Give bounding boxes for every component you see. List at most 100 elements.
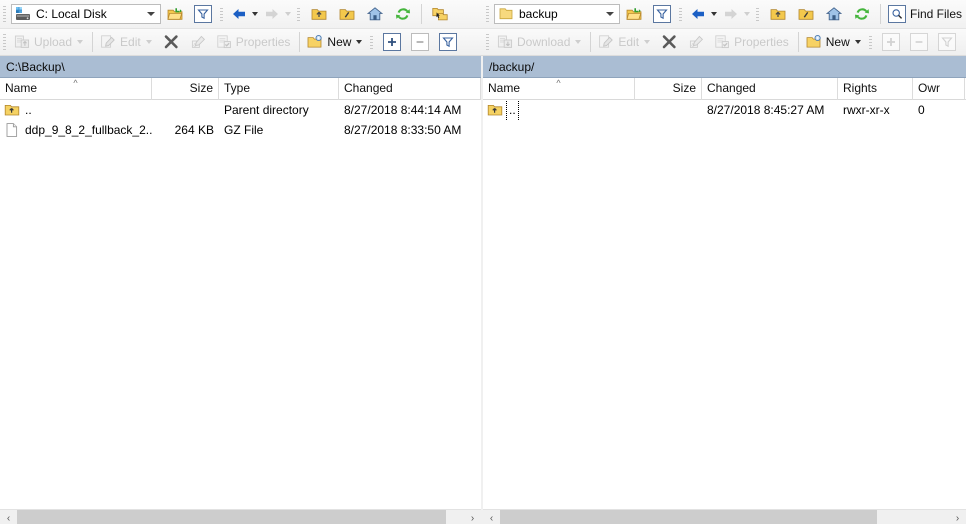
refresh-button[interactable] (389, 3, 417, 25)
scroll-left-button-remote[interactable]: ‹ (483, 510, 500, 524)
expand-button[interactable] (378, 31, 406, 53)
select-filter-button[interactable] (434, 31, 462, 53)
remote-back-caret[interactable] (711, 12, 717, 16)
upload-dropdown-caret[interactable] (77, 40, 84, 44)
scroll-track[interactable] (17, 510, 464, 524)
scroll-left-button[interactable]: ‹ (0, 510, 17, 524)
table-row[interactable]: .. 8/27/2018 8:45:27 AM rwxr-xr-x 0 (483, 100, 966, 120)
remote-edit-button[interactable]: Edit (595, 31, 655, 53)
remote-edit-dropdown-caret[interactable] (644, 40, 651, 44)
column-header-owner[interactable]: Owr (913, 78, 965, 100)
filter-button[interactable] (189, 3, 217, 25)
new-button[interactable]: New (304, 31, 367, 53)
scroll-thumb[interactable] (17, 510, 447, 524)
row-name-cell[interactable]: .. (0, 100, 152, 120)
toolbar-grip-zoom[interactable] (369, 34, 377, 50)
scroll-right-button-remote[interactable]: › (949, 510, 966, 524)
row-type-cell: Parent directory (224, 102, 309, 117)
toolbar-grip-nav[interactable] (219, 6, 226, 22)
collapse-button[interactable] (406, 31, 434, 53)
remote-collapse-button[interactable] (905, 31, 933, 53)
table-row[interactable]: ddp_9_8_2_fullback_2... 264 KB GZ File 8… (0, 120, 481, 140)
remote-home-directory-button[interactable] (820, 3, 848, 25)
drive-select[interactable]: C: Local Disk (11, 4, 161, 24)
open-directory-button[interactable] (161, 3, 189, 25)
back-dropdown-caret[interactable] (252, 12, 258, 16)
home-directory-button[interactable] (361, 3, 389, 25)
remote-root-directory-button[interactable] (792, 3, 820, 25)
toolbar-grip-remote-nav[interactable] (678, 6, 685, 22)
edit-dropdown-caret[interactable] (145, 40, 152, 44)
scroll-right-button[interactable]: › (464, 510, 481, 524)
remote-forward-caret[interactable] (744, 12, 750, 16)
properties-label: Properties (235, 35, 291, 49)
remote-forward-button[interactable] (720, 3, 753, 25)
sync-browsing-button[interactable] (426, 3, 454, 25)
toolbar-grip[interactable] (2, 4, 9, 24)
open-remote-directory-button[interactable] (620, 3, 648, 25)
column-header-size-remote[interactable]: Size (635, 78, 702, 100)
scroll-track-remote[interactable] (500, 510, 949, 524)
remote-file-list[interactable]: .. 8/27/2018 8:45:27 AM rwxr-xr-x 0 (483, 100, 966, 509)
toolbar-grip-remote-zoom[interactable] (867, 34, 875, 50)
column-header-name[interactable]: ^ Name (0, 78, 152, 100)
local-horizontal-scrollbar[interactable]: ‹ › (0, 509, 481, 524)
forward-button[interactable] (261, 3, 294, 25)
column-header-size[interactable]: Size (152, 78, 219, 100)
download-label: Download (517, 35, 571, 49)
column-header-changed[interactable]: Changed (339, 78, 481, 100)
remote-back-button[interactable] (687, 3, 720, 25)
remote-select-filter-button[interactable] (933, 31, 961, 53)
right-toolbar-top: backup Find Files (483, 0, 966, 28)
remote-parent-directory-button[interactable] (764, 3, 792, 25)
column-header-name-remote[interactable]: ^ Name (483, 78, 635, 100)
toolbar-grip-remote-actions[interactable] (485, 32, 492, 52)
remote-path-bar[interactable]: /backup/ (483, 56, 966, 78)
toolbar-grip-remote-dirs[interactable] (755, 6, 762, 22)
column-header-rights[interactable]: Rights (838, 78, 913, 100)
delete-button[interactable] (157, 31, 185, 53)
remote-filter-button[interactable] (648, 3, 676, 25)
toolbar-grip-dirs[interactable] (296, 6, 303, 22)
column-header-changed-remote[interactable]: Changed (702, 78, 838, 100)
download-button[interactable]: Download (494, 31, 586, 53)
toolbar-grip-actions[interactable] (2, 32, 9, 52)
download-dropdown-caret[interactable] (575, 40, 582, 44)
winscp-window: C: Local Disk backup Find Files Upload E… (0, 0, 966, 524)
toolbar-grip-remote[interactable] (485, 4, 492, 24)
remote-new-button[interactable]: New (803, 31, 866, 53)
remote-horizontal-scrollbar[interactable]: ‹ › (483, 509, 966, 524)
row-name-cell-remote[interactable]: .. (483, 100, 635, 120)
root-directory-button[interactable] (333, 3, 361, 25)
properties-button[interactable]: Properties (213, 31, 296, 53)
row-name-cell[interactable]: ddp_9_8_2_fullback_2... (0, 120, 152, 140)
remote-dir-select[interactable]: backup (494, 4, 620, 24)
local-path-bar[interactable]: C:\Backup\ (0, 56, 481, 78)
edit-button[interactable]: Edit (97, 31, 157, 53)
local-file-list[interactable]: .. Parent directory 8/27/2018 8:44:14 AM (0, 100, 481, 509)
new-dropdown-caret[interactable] (356, 40, 363, 44)
forward-dropdown-caret[interactable] (285, 12, 291, 16)
remote-properties-button[interactable]: Properties (711, 31, 794, 53)
rename-button[interactable]: a (185, 31, 213, 53)
find-files-button[interactable]: Find Files (885, 3, 966, 25)
left-toolbar-top: C: Local Disk (0, 0, 483, 28)
remote-rename-button[interactable]: a (683, 31, 711, 53)
table-row[interactable]: .. Parent directory 8/27/2018 8:44:14 AM (0, 100, 481, 120)
remote-new-dropdown-caret[interactable] (854, 40, 861, 44)
upload-button[interactable]: Upload (11, 31, 88, 53)
plus-icon (383, 33, 402, 51)
chevron-down-icon[interactable] (147, 12, 155, 16)
remote-expand-button[interactable] (877, 31, 905, 53)
back-button[interactable] (228, 3, 261, 25)
new-label: New (327, 35, 352, 49)
scroll-thumb-remote[interactable] (500, 510, 878, 524)
toolbar-separator-remote-edit (590, 32, 592, 52)
chevron-down-icon-remote[interactable] (606, 12, 614, 16)
column-header-type[interactable]: Type (219, 78, 339, 100)
remote-delete-button[interactable] (655, 31, 683, 53)
parent-directory-button[interactable] (305, 3, 333, 25)
local-pane: C:\Backup\ ^ Name Size Type Changed .. P… (0, 56, 483, 524)
remote-refresh-button[interactable] (848, 3, 876, 25)
row-name-label: ddp_9_8_2_fullback_2... (25, 122, 152, 137)
